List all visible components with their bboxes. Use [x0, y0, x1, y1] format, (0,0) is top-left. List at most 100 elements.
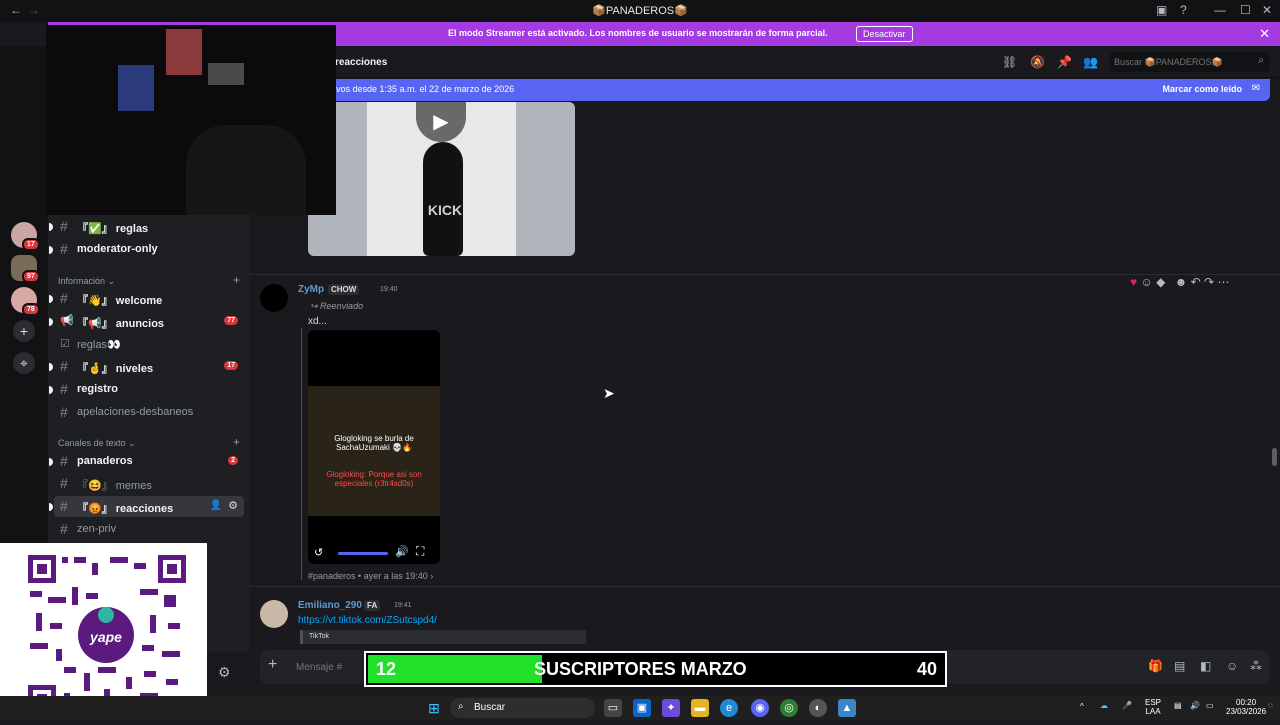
apps-icon[interactable]: ⁂ [1250, 659, 1262, 673]
edge-icon[interactable]: e [720, 699, 738, 717]
help-icon[interactable]: ? [1180, 3, 1187, 17]
maximize-button[interactable]: ☐ [1240, 3, 1251, 17]
mark-as-read-button[interactable]: Marcar como leído [1162, 84, 1242, 94]
notifications-icon[interactable]: ◌ [1268, 701, 1273, 710]
author-name[interactable]: ZyMp [298, 284, 324, 295]
sticker-icon[interactable]: ◧ [1200, 659, 1211, 673]
photos-icon[interactable]: ▲ [838, 699, 856, 717]
more-icon[interactable]: ⋯ [1217, 275, 1229, 289]
channel-name: memes [115, 480, 152, 492]
clock[interactable]: 00:20 23/03/2026 [1226, 698, 1266, 716]
heart-reaction-icon[interactable]: ♥ [1130, 275, 1137, 289]
channel-apelaciones-desbaneos[interactable]: # apelaciones-desbaneos [54, 402, 244, 423]
unread-indicator [49, 246, 53, 254]
search-icon: ⌕ [458, 701, 464, 712]
author-name[interactable]: Emiliano_290 [298, 600, 362, 611]
category-canales-de-texto[interactable]: Canales de texto ⌄ [58, 438, 136, 449]
search-input[interactable] [1114, 55, 1244, 69]
emoji-icon[interactable]: ☺ [1226, 659, 1238, 673]
poster-image [166, 29, 202, 75]
file-explorer-icon[interactable]: ▬ [691, 699, 709, 717]
channel-niveles[interactable]: # 『🤞』 niveles 17 [49, 356, 244, 377]
channel-reglas-rules[interactable]: ☑ reglas👀 [54, 334, 244, 355]
channel-welcome[interactable]: # 『👋』 welcome [49, 288, 244, 309]
members-icon[interactable]: 👥 [1083, 55, 1098, 69]
onedrive-icon[interactable]: ☁ [1100, 701, 1108, 710]
close-icon[interactable]: ✕ [1259, 26, 1270, 42]
gear-icon[interactable]: ⚙ [228, 499, 238, 512]
language-indicator[interactable]: ESP LAA [1145, 698, 1161, 716]
notifications-icon[interactable]: 🔕 [1030, 55, 1045, 69]
windows-start-icon[interactable]: ⊞ [425, 699, 443, 717]
forward-icon[interactable]: ↷ [1204, 275, 1214, 289]
channel-name: welcome [115, 295, 163, 307]
channel-reacciones[interactable]: # 『😡』 reacciones 👤 ⚙ [49, 496, 244, 517]
disable-streamer-button[interactable]: Desactivar [856, 26, 913, 42]
video-preview[interactable]: KICK ▶ [308, 102, 575, 256]
minimize-button[interactable]: — [1214, 3, 1226, 17]
scrollbar-thumb[interactable] [1272, 448, 1277, 466]
discord-icon[interactable]: ◉ [751, 699, 769, 717]
channel-moderator-only[interactable]: # moderator-only [49, 239, 244, 260]
fullscreen-icon[interactable]: ⛶ [416, 544, 424, 559]
windows-taskbar: ⊞ ⌕ Buscar ▭ ▣ ✦ ▬ e ◉ ◎ ◐ ▲ ^ ☁ 🎤 ESP LA… [0, 696, 1280, 720]
volume-icon[interactable]: 🔊 [395, 545, 409, 558]
category-informacion[interactable]: Información ⌄ [58, 276, 115, 287]
discover-icon[interactable]: ⌖ [13, 352, 35, 374]
volume-icon[interactable]: 🔊 [1190, 701, 1200, 710]
network-icon[interactable]: ▤ [1174, 701, 1182, 710]
forward-source[interactable]: #panaderos • ayer a las 19:40 › [308, 571, 433, 581]
video-caption: Glogloking: Porque asi son especiales (r… [326, 470, 422, 488]
avatar[interactable] [260, 284, 288, 312]
search-icon: ⌕ [1258, 55, 1264, 66]
channel-zen-priv[interactable]: # zen-priv [54, 519, 244, 540]
hash-icon: # [60, 241, 68, 257]
gift-icon[interactable]: 🎁 [1148, 659, 1163, 673]
tray-chevron-icon[interactable]: ^ [1080, 702, 1084, 711]
link-embed[interactable]: TikTok [300, 630, 586, 644]
threads-icon[interactable]: ⛓ [1002, 55, 1017, 69]
hash-icon: # [60, 475, 68, 491]
channel-panaderos[interactable]: # panaderos 2 [49, 451, 244, 472]
mic-icon[interactable]: 🎤 [1122, 701, 1132, 710]
unread-indicator [49, 223, 53, 231]
avatar[interactable] [260, 600, 288, 628]
battery-icon[interactable]: ▭ [1206, 701, 1214, 710]
inbox-icon[interactable]: ▣ [1156, 3, 1167, 17]
add-reaction-icon[interactable]: ☻ [1175, 275, 1188, 289]
channel-memes[interactable]: # 『😆』 memes [54, 473, 244, 494]
app-icon[interactable]: ◎ [780, 699, 798, 717]
pin-icon[interactable]: 📌 [1057, 55, 1072, 69]
sticker-reaction-icon[interactable]: ◆ [1156, 275, 1165, 289]
close-button[interactable]: ✕ [1262, 3, 1272, 17]
unread-indicator [49, 503, 53, 511]
add-server-icon[interactable]: + [13, 320, 35, 342]
channel-anuncios[interactable]: 📢 『📢』 anuncios 77 [49, 311, 244, 332]
reply-icon[interactable]: ↶ [1191, 275, 1201, 289]
settings-gear-icon[interactable]: ⚙ [218, 664, 231, 681]
volume-slider[interactable] [338, 552, 388, 555]
new-messages-bar[interactable]: vos desde 1:35 a.m. el 22 de marzo de 20… [300, 79, 1270, 101]
invite-icon[interactable]: 👤 [210, 500, 222, 511]
message-divider [250, 586, 1280, 587]
video-player[interactable]: Glogloking se burla de SachaUzumaki 💀🔥 G… [308, 330, 440, 564]
replay-icon[interactable]: ↺ [314, 546, 323, 559]
store-icon[interactable]: ▣ [633, 699, 651, 717]
add-channel-icon[interactable]: + [233, 273, 240, 287]
gif-icon[interactable]: ▤ [1174, 659, 1185, 673]
hash-icon: # [60, 453, 68, 469]
megaphone-icon: 📢 [60, 315, 74, 327]
search-box[interactable]: ⌕ [1110, 52, 1270, 72]
taskbar-search[interactable]: ⌕ Buscar [450, 698, 595, 718]
mention-badge: 2 [228, 456, 238, 465]
laugh-reaction-icon[interactable]: ☺ [1140, 275, 1152, 289]
add-channel-icon[interactable]: + [233, 435, 240, 449]
channel-name: reglas [115, 223, 149, 235]
channel-reglas[interactable]: # 『✅』 reglas [49, 216, 244, 237]
attach-icon[interactable]: + [268, 656, 277, 674]
copilot-icon[interactable]: ✦ [662, 699, 680, 717]
channel-registro[interactable]: # registro [49, 379, 244, 400]
task-view-icon[interactable]: ▭ [604, 699, 622, 717]
message-link[interactable]: https://vt.tiktok.com/ZSutcspd4/ [298, 615, 437, 626]
obs-icon[interactable]: ◐ [809, 699, 827, 717]
